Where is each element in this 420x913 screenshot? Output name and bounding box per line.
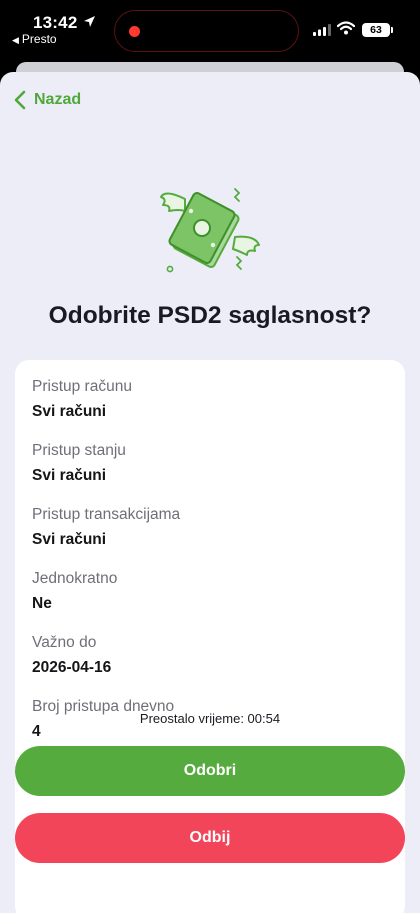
detail-row-one-time: Jednokratno Ne <box>32 570 117 613</box>
detail-row-valid-until: Važno do 2026-04-16 <box>32 634 111 677</box>
approve-button[interactable]: Odobri <box>15 746 405 796</box>
detail-value: Svi računi <box>32 531 107 548</box>
reject-button[interactable]: Odbij <box>15 813 405 863</box>
consent-sheet: Nazad Odobrite PSD2 saglasnost? Pristup … <box>0 72 420 913</box>
flying-money-illustration <box>160 188 260 273</box>
detail-row-balance-access: Pristup stanju Svi računi <box>32 442 126 485</box>
dynamic-island <box>114 10 299 52</box>
detail-label: Pristup stanju <box>32 442 126 459</box>
recording-indicator-icon <box>129 26 140 37</box>
status-bar: 13:42 ◀ Presto 63 <box>0 0 420 62</box>
detail-row-account-access: Pristup računu Svi računi <box>32 378 132 421</box>
detail-row-transactions-access: Pristup transakcijama Svi računi <box>32 506 180 549</box>
detail-value: Svi računi <box>32 467 107 484</box>
back-triangle-icon: ◀ <box>12 35 19 45</box>
detail-label: Pristup računu <box>32 378 132 395</box>
back-label: Nazad <box>34 91 82 108</box>
detail-value: Svi računi <box>32 403 107 420</box>
detail-label: Važno do <box>32 634 97 651</box>
remaining-time-text: Preostalo vrijeme: 00:54 <box>139 711 281 726</box>
signal-icon <box>313 24 331 36</box>
wifi-icon <box>337 21 355 35</box>
battery-icon: 63 <box>362 23 390 37</box>
location-arrow-icon <box>84 16 95 27</box>
detail-label: Pristup transakcijama <box>32 506 181 523</box>
page-title: Odobrite PSD2 saglasnost? <box>48 302 372 329</box>
back-button[interactable]: Nazad <box>14 90 81 110</box>
detail-label: Jednokratno <box>32 570 118 587</box>
chevron-left-icon <box>14 90 26 110</box>
detail-value: 2026-04-16 <box>32 659 112 676</box>
back-to-app-link[interactable]: ◀ Presto <box>12 32 57 46</box>
back-app-label: Presto <box>21 32 57 46</box>
status-time: 13:42 <box>33 13 78 32</box>
battery-nub <box>391 27 393 33</box>
detail-value: Ne <box>32 595 52 612</box>
